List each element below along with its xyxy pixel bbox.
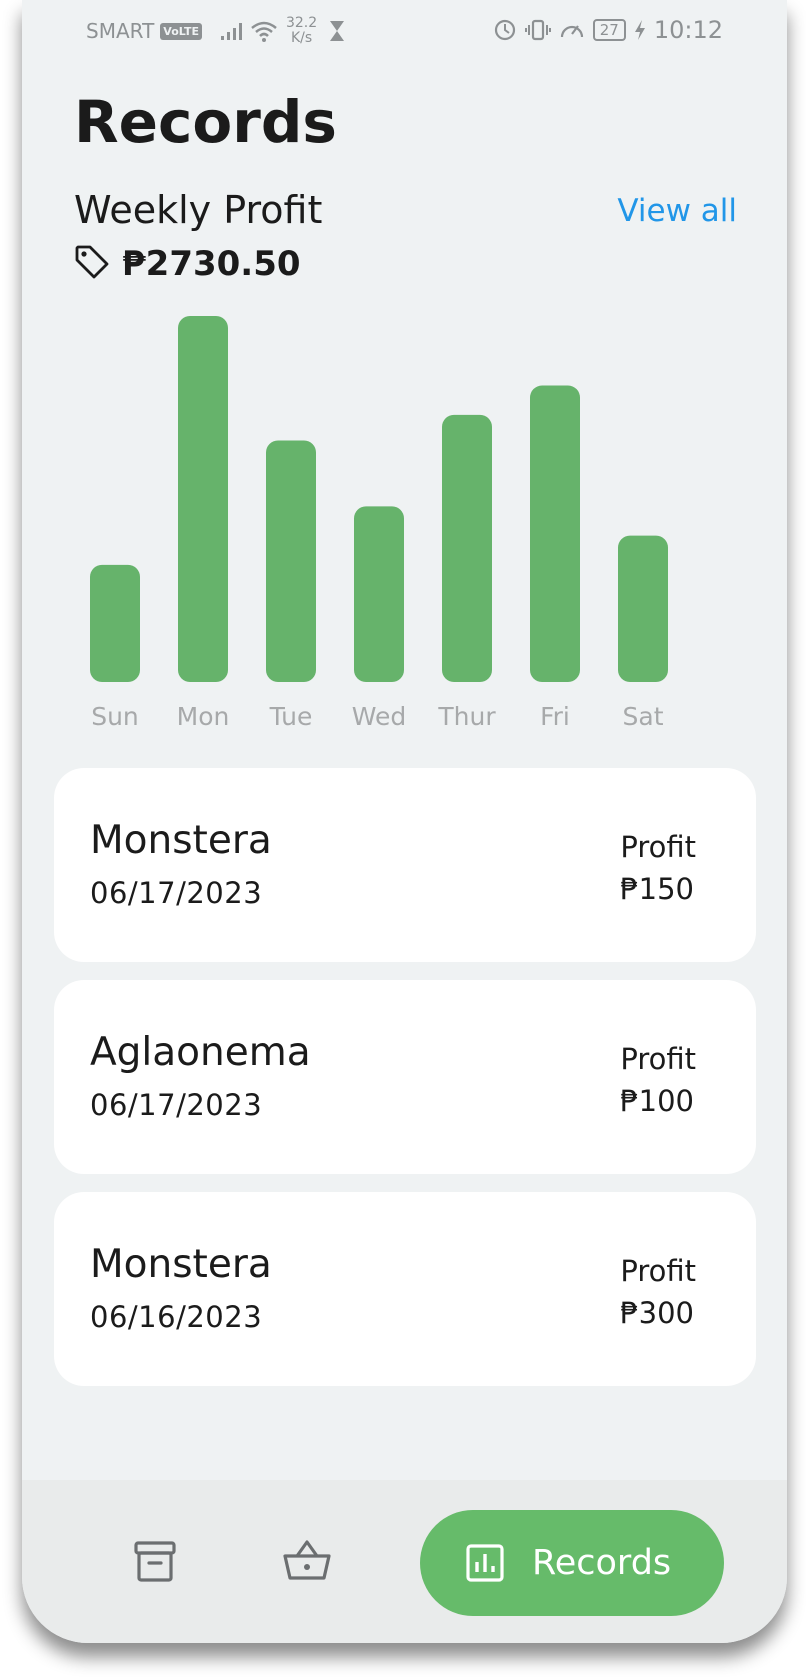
nav-basket-button[interactable]: [282, 1538, 342, 1598]
chart-tick-label: Wed: [352, 702, 407, 731]
speedometer-icon: [559, 18, 585, 42]
record-plant-name: Aglaonema: [90, 1030, 311, 1075]
chart-tick-label: Fri: [540, 702, 570, 731]
nav-records-label: Records: [532, 1543, 672, 1583]
record-card[interactable]: Aglaonema 06/17/2023 Profit ₱100: [54, 980, 756, 1174]
chart-tick-label: Thur: [437, 702, 496, 731]
record-profit-value: ₱150: [620, 872, 694, 906]
chart-bar-fri: [530, 385, 580, 682]
network-speed: 32.2 K/s: [286, 16, 317, 46]
record-date: 06/17/2023: [90, 1088, 263, 1122]
view-all-link[interactable]: View all: [617, 193, 737, 229]
record-profit-label: Profit: [620, 830, 696, 864]
record-profit-label: Profit: [620, 1254, 696, 1288]
phone-screen: SMART VoLTE 32.2 K/s 27 10:12 Records We…: [22, 0, 787, 1643]
chart-bar-wed: [354, 506, 404, 682]
data-saver-icon: [493, 18, 517, 42]
weekly-profit-chart: Sun Mon Tue Wed Thur Fri Sat: [90, 316, 668, 731]
speed-unit: K/s: [290, 30, 313, 46]
chart-bar-sun: [90, 564, 140, 682]
basket-icon: [282, 1540, 332, 1588]
wifi-icon: [250, 20, 278, 42]
record-plant-name: Monstera: [90, 1242, 272, 1287]
record-profit-value: ₱100: [620, 1084, 694, 1118]
speed-value: 32.2: [285, 15, 318, 31]
chart-tick-label: Tue: [269, 702, 313, 731]
chart-tick-label: Sun: [91, 702, 139, 731]
record-date: 06/17/2023: [90, 876, 263, 910]
page-title: Records: [74, 88, 337, 156]
record-plant-name: Monstera: [90, 818, 272, 863]
chart-tick-label: Mon: [177, 702, 230, 731]
battery-icon: 27: [592, 19, 626, 41]
weekly-total: ₱2730.50: [74, 244, 301, 284]
record-card[interactable]: Monstera 06/17/2023 Profit ₱150: [54, 768, 756, 962]
record-date: 06/16/2023: [90, 1300, 263, 1334]
record-profit-value: ₱300: [620, 1296, 694, 1330]
signal-icon: [220, 21, 244, 41]
clock-time: 10:12: [653, 16, 723, 44]
record-card[interactable]: Monstera 06/16/2023 Profit ₱300: [54, 1192, 756, 1386]
chart-bar-thur: [442, 414, 492, 682]
status-bar: SMART VoLTE 32.2 K/s 27 10:12: [22, 0, 787, 60]
chart-bar-tue: [266, 440, 316, 682]
archive-icon: [132, 1541, 178, 1588]
nav-inventory-button[interactable]: [132, 1538, 192, 1598]
chart-bar-mon: [178, 316, 228, 682]
vibrate-icon: [524, 18, 551, 42]
volte-badge: VoLTE: [160, 22, 202, 40]
chart-tick-label: Sat: [623, 702, 664, 731]
chart-bar-sat: [618, 535, 668, 682]
charging-icon: [634, 19, 646, 41]
bottom-nav: Records: [22, 1480, 787, 1643]
nav-records-button[interactable]: Records: [420, 1510, 724, 1616]
carrier-label: SMART: [86, 19, 155, 43]
record-profit-label: Profit: [620, 1042, 696, 1076]
weekly-total-value: ₱2730.50: [122, 244, 301, 284]
weekly-profit-label: Weekly Profit: [74, 188, 323, 232]
hourglass-icon: [329, 20, 345, 42]
bar-chart-icon: [466, 1544, 504, 1582]
tag-icon: [74, 244, 110, 284]
